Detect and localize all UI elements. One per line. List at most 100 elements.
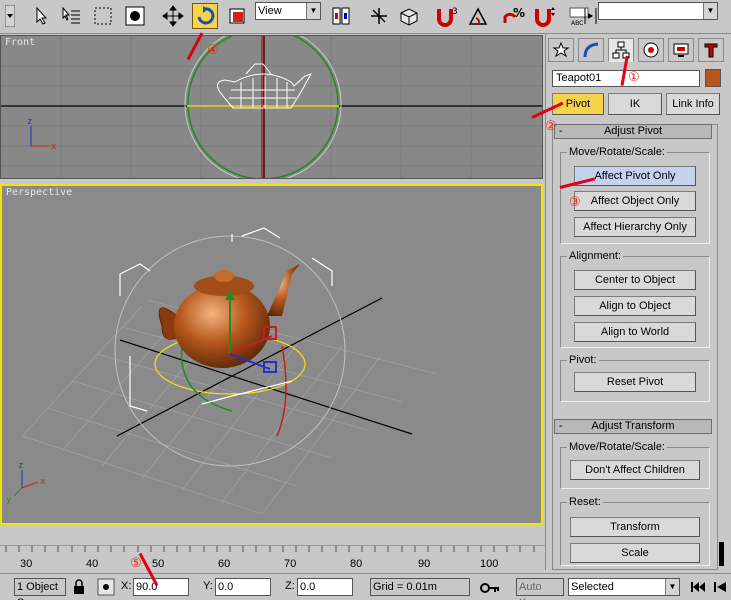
- ruler-label: 30: [20, 558, 33, 570]
- y-coordinate-field[interactable]: 0.0: [215, 578, 271, 596]
- annotation-number: ③: [569, 194, 581, 209]
- toolbar-dropdown-arrow[interactable]: [2, 3, 18, 29]
- rect-select-region-icon[interactable]: [90, 3, 116, 29]
- alignment-label: Alignment:: [567, 250, 623, 262]
- svg-text:3: 3: [452, 7, 458, 17]
- previous-frame-icon[interactable]: [710, 576, 730, 598]
- affect-object-only-button[interactable]: Affect Object Only: [574, 191, 696, 211]
- ruler-label: 40: [86, 558, 99, 570]
- percent-snap-icon[interactable]: %: [500, 3, 526, 29]
- affect-hierarchy-only-button[interactable]: Affect Hierarchy Only: [574, 217, 696, 237]
- transform-mrs-label: Move/Rotate/Scale:: [567, 441, 667, 453]
- command-panel-scrollbar[interactable]: [719, 124, 725, 570]
- modify-tab[interactable]: [578, 38, 604, 62]
- named-selection-icon[interactable]: [396, 3, 422, 29]
- key-icon[interactable]: [478, 576, 502, 600]
- annotation-number: ④: [207, 42, 219, 57]
- reset-label: Reset:: [567, 496, 603, 508]
- ruler-label: 90: [418, 558, 431, 570]
- pivot-center-icon[interactable]: [328, 3, 354, 29]
- collapse-icon: -: [559, 420, 563, 432]
- ruler-label: 70: [284, 558, 297, 570]
- select-icon[interactable]: [28, 3, 54, 29]
- x-coordinate-field[interactable]: 90.0: [133, 578, 189, 596]
- display-icon: [673, 43, 689, 57]
- adjust-pivot-rollout-title: Adjust Pivot: [603, 125, 663, 137]
- max-window: View ▼ 3 % ABC ▼ Front z x Perspective z…: [0, 0, 731, 600]
- front-viewport[interactable]: Front z x: [0, 35, 543, 179]
- object-name-field[interactable]: Teapot01: [552, 70, 700, 87]
- status-bar: 1 Object S X: 90.0 Y: 0.0 Z: 0.0 Grid = …: [0, 573, 731, 600]
- adjust-pivot-rollout-header[interactable]: - Adjust Pivot: [554, 124, 712, 139]
- auto-key-button[interactable]: Auto Key: [516, 578, 564, 600]
- ik-tab-button[interactable]: IK: [608, 93, 662, 115]
- scale-icon[interactable]: [224, 3, 250, 29]
- hierarchy-tab[interactable]: [608, 38, 634, 62]
- key-filter-dropdown[interactable]: Selected ▼: [568, 578, 680, 596]
- dont-affect-children-button[interactable]: Don't Affect Children: [570, 460, 700, 480]
- main-toolbar: View ▼ 3 % ABC ▼: [0, 0, 731, 34]
- adjust-transform-rollout-header[interactable]: - Adjust Transform: [554, 419, 712, 434]
- spinner-snap-icon[interactable]: [532, 3, 558, 29]
- collapse-icon: -: [559, 125, 563, 137]
- move-icon[interactable]: [160, 3, 186, 29]
- modify-icon: [583, 42, 599, 58]
- scrollbar-thumb[interactable]: [719, 542, 724, 566]
- annotation-number: ①: [628, 69, 640, 84]
- link-info-tab-button[interactable]: Link Info: [666, 93, 720, 115]
- create-tab[interactable]: [548, 38, 574, 62]
- snap-toggle-icon[interactable]: 3: [434, 3, 460, 29]
- annotation-number: ②: [545, 118, 557, 133]
- utilities-icon: [704, 43, 718, 58]
- window-crossing-icon[interactable]: [122, 3, 148, 29]
- selection-count-field: 1 Object S: [14, 578, 66, 600]
- timeline-ruler[interactable]: 30 40 50 60 70 80 90 100: [0, 545, 545, 570]
- y-label: Y:: [203, 580, 213, 592]
- reset-transform-button[interactable]: Transform: [570, 517, 700, 537]
- key-filter-value: Selected: [571, 581, 614, 593]
- grid-size-readout: Grid = 0.01m: [370, 578, 470, 596]
- chevron-down-icon: ▼: [703, 3, 717, 19]
- motion-tab[interactable]: [638, 38, 664, 62]
- reset-scale-button[interactable]: Scale: [570, 543, 700, 563]
- svg-text:x: x: [40, 477, 46, 487]
- select-by-name-icon[interactable]: [58, 3, 84, 29]
- z-coordinate-field[interactable]: 0.0: [297, 578, 353, 596]
- x-label: X:: [121, 580, 132, 592]
- select-and-link-icon[interactable]: [366, 3, 392, 29]
- object-color-swatch[interactable]: [705, 69, 721, 87]
- chevron-down-icon: ▼: [306, 3, 320, 19]
- utilities-tab[interactable]: [698, 38, 724, 62]
- ruler-label: 60: [218, 558, 231, 570]
- front-viewport-scene: z x: [1, 36, 542, 178]
- ruler-ticks: [5, 546, 535, 552]
- annotation-number: ⑤: [130, 555, 142, 570]
- ruler-label: 80: [350, 558, 363, 570]
- reference-coordinate-dropdown[interactable]: View ▼: [255, 2, 321, 20]
- chevron-down-icon: ▼: [665, 579, 679, 595]
- align-to-object-button[interactable]: Align to Object: [574, 296, 696, 316]
- named-selection-sets-dropdown[interactable]: ▼: [598, 2, 718, 20]
- ruler-label: 50: [152, 558, 165, 570]
- svg-text:z: z: [27, 117, 32, 127]
- align-to-world-button[interactable]: Align to World: [574, 322, 696, 342]
- lock-icon[interactable]: [70, 576, 88, 598]
- svg-text:y: y: [6, 495, 12, 505]
- display-tab[interactable]: [668, 38, 694, 62]
- reset-pivot-button[interactable]: Reset Pivot: [574, 372, 696, 392]
- affect-pivot-only-button[interactable]: Affect Pivot Only: [574, 166, 696, 186]
- perspective-viewport[interactable]: Perspective z x y: [0, 184, 543, 525]
- adjust-transform-rollout-title: Adjust Transform: [591, 420, 675, 432]
- angle-snap-icon[interactable]: [466, 3, 492, 29]
- pivot-label: Pivot:: [567, 354, 599, 366]
- absolute-mode-icon[interactable]: [96, 576, 116, 598]
- svg-text:%: %: [513, 6, 525, 20]
- go-to-start-icon[interactable]: [688, 576, 708, 598]
- perspective-viewport-scene: z x y: [6, 227, 438, 515]
- z-label: Z:: [285, 580, 295, 592]
- svg-text:z: z: [18, 461, 23, 471]
- rotate-icon[interactable]: [192, 3, 218, 29]
- pivot-mrs-label: Move/Rotate/Scale:: [567, 146, 667, 158]
- center-to-object-button[interactable]: Center to Object: [574, 270, 696, 290]
- ruler-label: 100: [480, 558, 499, 570]
